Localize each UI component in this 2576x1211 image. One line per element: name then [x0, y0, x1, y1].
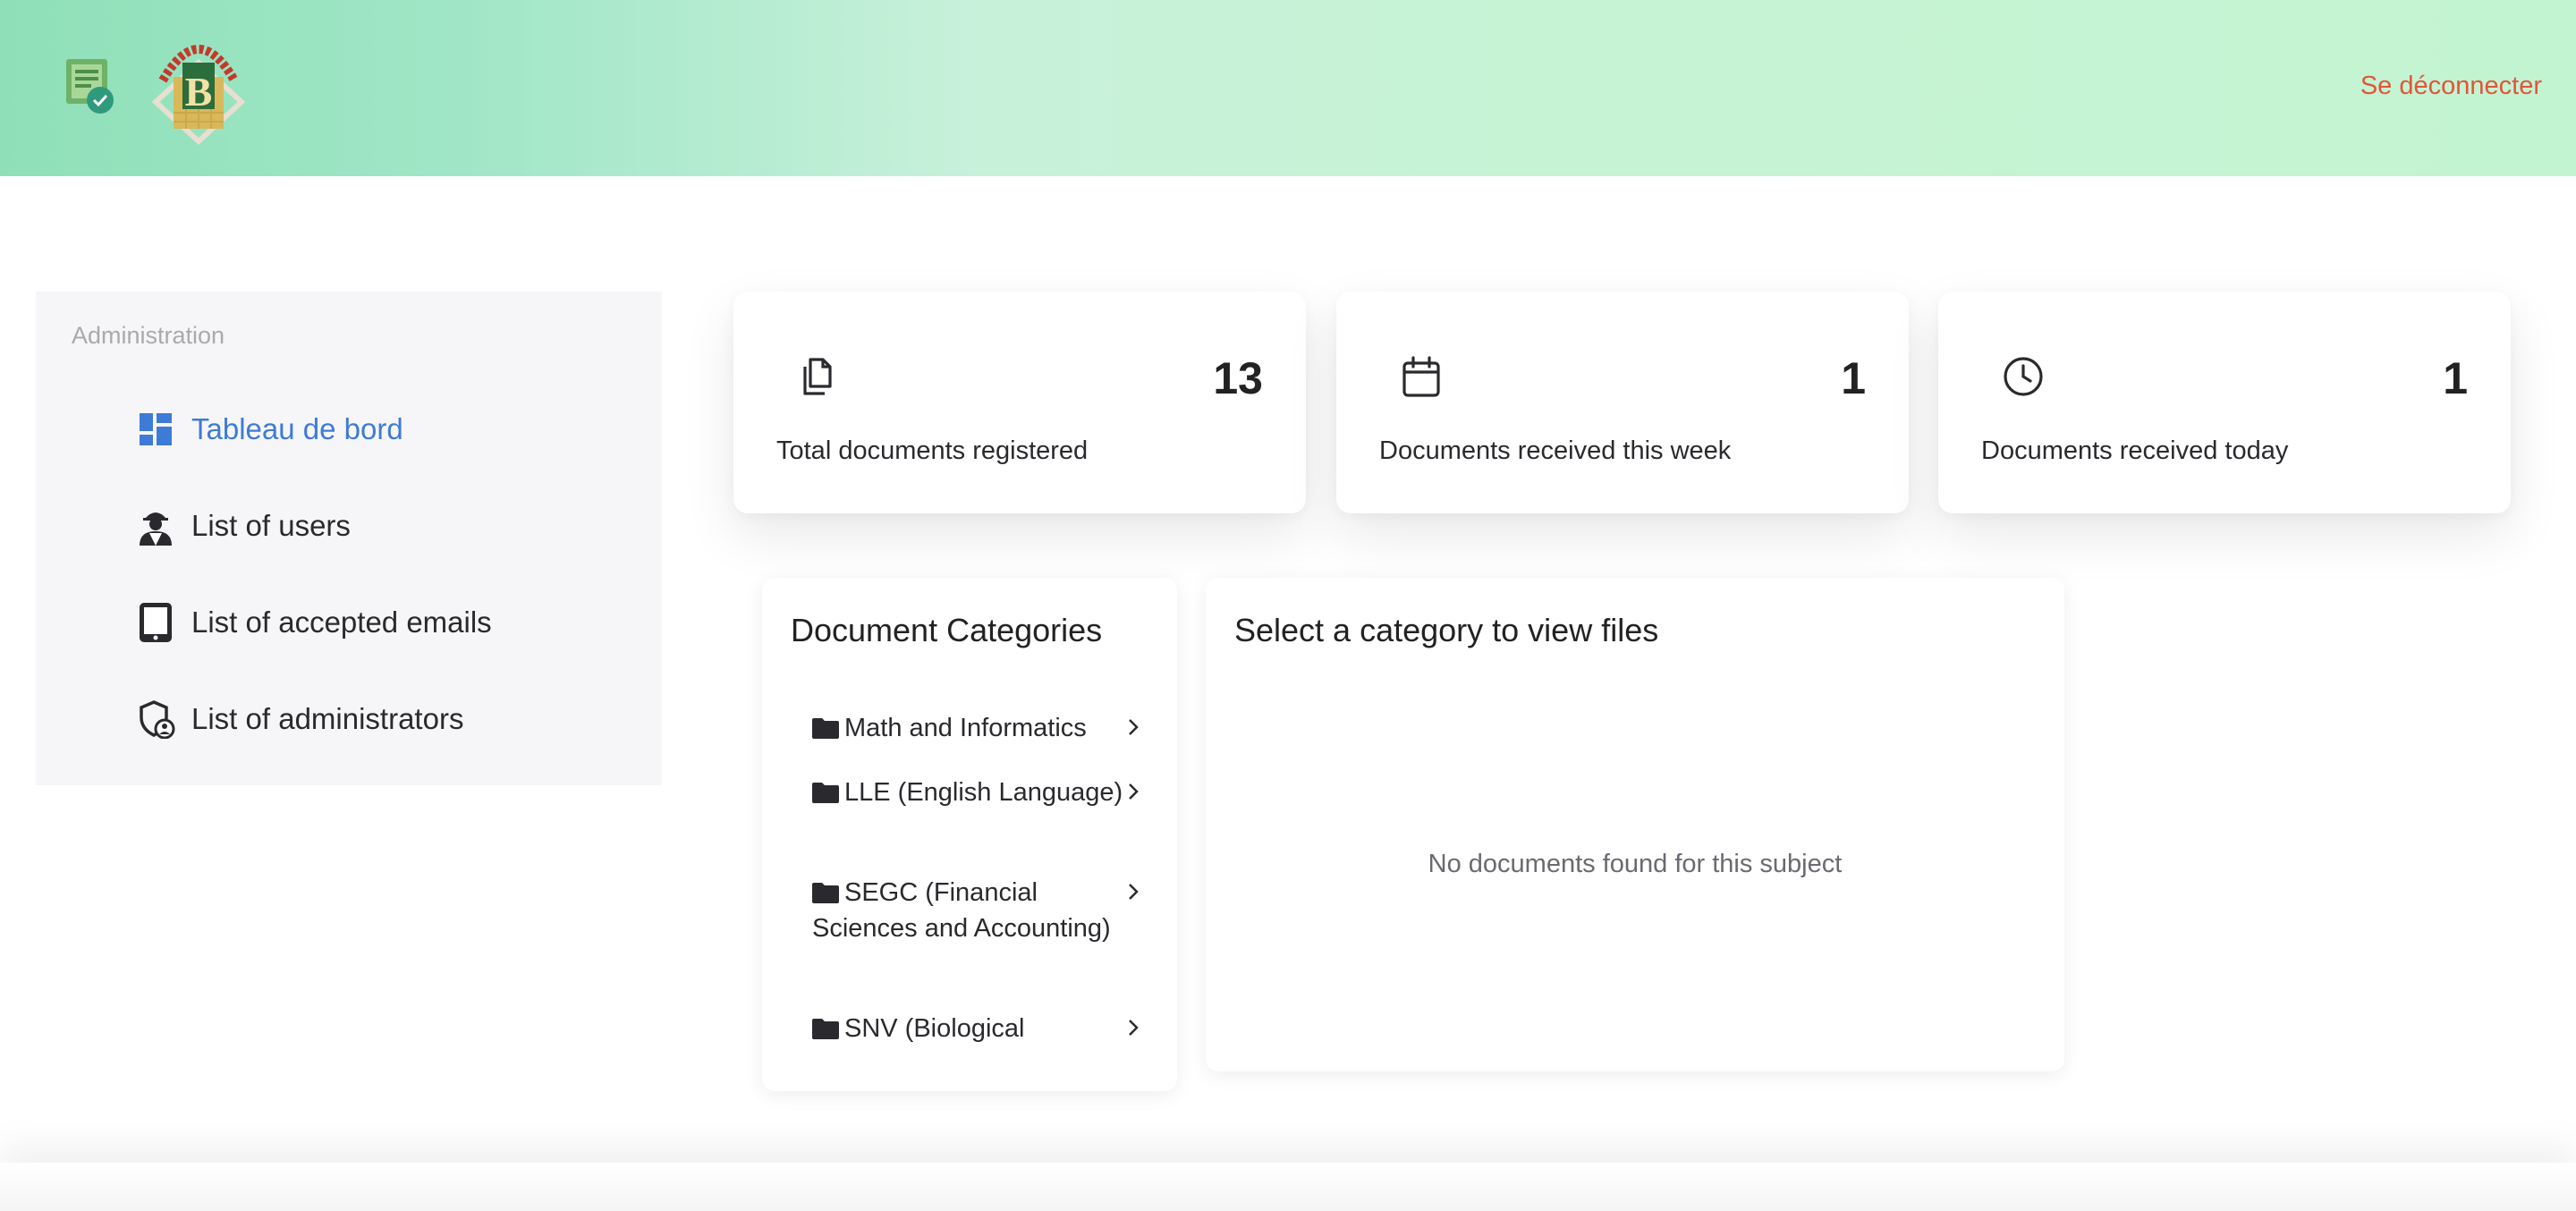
files-title: Select a category to view files	[1234, 612, 1659, 648]
copy-documents-icon	[796, 354, 841, 399]
sidebar-section-title: Administration	[72, 322, 225, 349]
stat-value: 1	[2443, 353, 2468, 403]
chevron-right-icon	[1129, 719, 1139, 735]
tablet-icon	[136, 603, 175, 642]
folder-icon	[812, 783, 839, 803]
category-label: SNV (Biological	[844, 1014, 1025, 1043]
sidebar-item-label: List of users	[191, 509, 351, 542]
category-item-lle[interactable]: LLE (English Language)	[812, 775, 1143, 810]
sidebar-item-dashboard[interactable]: Tableau de bord	[136, 402, 637, 456]
category-item-math-informatics[interactable]: Math and Informatics	[812, 710, 1143, 746]
chevron-right-icon	[1129, 783, 1139, 800]
logout-link[interactable]: Se déconnecter	[2360, 72, 2542, 101]
folder-icon	[812, 718, 839, 739]
folder-icon	[812, 1019, 839, 1039]
category-item-snv[interactable]: SNV (Biological	[812, 1011, 1143, 1046]
empty-state-message: No documents found for this subject	[1428, 850, 1843, 878]
category-label: SEGC (Financial Sciences and Accounting)	[812, 878, 1111, 943]
svg-text:B: B	[185, 69, 213, 114]
stat-card-total-documents: 13 Total documents registered	[733, 292, 1306, 513]
chevron-right-icon	[1129, 1020, 1139, 1036]
files-panel: Select a category to view files No docum…	[1206, 578, 2064, 1071]
stat-label: Documents received this week	[1379, 436, 1732, 465]
stat-label: Total documents registered	[776, 436, 1089, 465]
categories-title: Document Categories	[791, 612, 1103, 648]
category-label: Math and Informatics	[844, 714, 1087, 742]
document-categories-panel: Document Categories Math and Informatics…	[762, 578, 1177, 1091]
sidebar-item-label: List of accepted emails	[191, 606, 492, 639]
shield-user-icon	[136, 699, 175, 739]
user-worker-icon	[136, 506, 175, 546]
footer-shadow	[0, 1163, 2576, 1211]
stat-label: Documents received today	[1981, 436, 2289, 465]
stat-card-week-documents: 1 Documents received this week	[1336, 292, 1909, 513]
stat-card-today-documents: 1 Documents received today	[1938, 292, 2511, 513]
calendar-icon	[1399, 354, 1444, 399]
sidebar-item-administrators[interactable]: List of administrators	[136, 692, 637, 746]
document-check-icon[interactable]	[64, 55, 118, 114]
sidebar-item-accepted-emails[interactable]: List of accepted emails	[136, 596, 637, 649]
sidebar-item-label: List of administrators	[191, 702, 464, 735]
stat-value: 13	[1213, 353, 1263, 403]
clock-icon	[2001, 354, 2046, 399]
sidebar: Administration Tableau de bord List of u…	[36, 292, 662, 785]
stat-value: 1	[1841, 353, 1866, 403]
dashboard-icon	[136, 410, 175, 449]
folder-icon	[812, 883, 839, 903]
category-item-segc[interactable]: SEGC (Financial Sciences and Accounting)	[812, 875, 1143, 946]
top-header: B Se déconnecter	[0, 0, 2576, 176]
university-crest-logo: B	[151, 27, 246, 146]
sidebar-item-label: Tableau de bord	[191, 412, 403, 445]
sidebar-item-users[interactable]: List of users	[136, 499, 637, 553]
chevron-right-icon	[1129, 884, 1139, 900]
category-label: LLE (English Language)	[844, 778, 1123, 807]
